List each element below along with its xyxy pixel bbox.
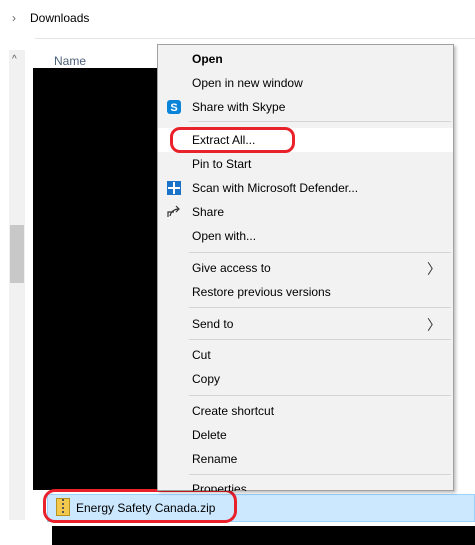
defender-shield-icon [166, 180, 182, 196]
redacted-file-list [33, 68, 160, 490]
menu-item-copy[interactable]: Copy [158, 367, 453, 391]
menu-item-open[interactable]: Open [158, 47, 453, 71]
menu-item-label: Give access to [192, 261, 271, 275]
menu-separator [189, 395, 451, 396]
share-icon [166, 204, 182, 220]
column-header-name[interactable]: Name [54, 54, 86, 68]
menu-item-properties[interactable]: Properties [158, 477, 453, 491]
menu-item-label: Open [192, 52, 223, 66]
address-bar[interactable]: › Downloads [0, 0, 475, 39]
menu-separator [189, 252, 451, 253]
submenu-arrow-icon: 〉 [427, 261, 441, 277]
menu-separator [189, 339, 451, 340]
skype-icon: S [166, 99, 182, 115]
menu-item-restore-versions[interactable]: Restore previous versions [158, 280, 453, 304]
menu-item-label: Delete [192, 428, 227, 442]
menu-item-share-skype[interactable]: S Share with Skype [158, 95, 453, 119]
redacted-file-row [52, 526, 475, 545]
menu-item-label: Send to [192, 317, 234, 331]
menu-separator [189, 307, 451, 308]
menu-item-share[interactable]: Share [158, 200, 453, 224]
menu-item-send-to[interactable]: Send to 〉 [158, 312, 453, 336]
menu-item-label: Share with Skype [192, 100, 286, 114]
annotation-circle-zip [43, 489, 237, 523]
menu-item-give-access[interactable]: Give access to 〉 [158, 256, 453, 280]
breadcrumb-downloads[interactable]: Downloads [30, 11, 89, 25]
menu-item-cut[interactable]: Cut [158, 343, 453, 367]
menu-item-open-with[interactable]: Open with... [158, 224, 453, 248]
menu-item-label: Restore previous versions [192, 285, 331, 299]
menu-item-label: Open with... [192, 229, 257, 243]
svg-text:S: S [170, 102, 177, 114]
submenu-arrow-icon: 〉 [427, 317, 441, 333]
scrollbar-thumb[interactable] [10, 225, 24, 283]
menu-separator [189, 474, 451, 475]
scrollbar-track[interactable] [9, 50, 25, 520]
menu-item-label: Open in new window [192, 76, 303, 90]
menu-item-label: Share [192, 205, 225, 219]
chevron-right-icon[interactable]: › [12, 11, 16, 25]
menu-item-label: Cut [192, 348, 211, 362]
annotation-circle-extract-all [170, 127, 295, 153]
menu-item-label: Copy [192, 372, 221, 386]
menu-item-label: Scan with Microsoft Defender... [192, 181, 359, 195]
menu-item-rename[interactable]: Rename [158, 447, 453, 471]
scroll-up-arrow-icon[interactable]: ^ [12, 54, 17, 65]
menu-item-label: Rename [192, 452, 238, 466]
menu-item-delete[interactable]: Delete [158, 423, 453, 447]
menu-item-label: Pin to Start [192, 157, 252, 171]
menu-separator [189, 121, 451, 122]
context-menu: Open Open in new window S Share with Sky… [157, 44, 454, 491]
menu-item-label: Properties [192, 482, 247, 491]
menu-item-pin-to-start[interactable]: Pin to Start [158, 152, 453, 176]
menu-item-label: Create shortcut [192, 404, 275, 418]
menu-item-scan-defender[interactable]: Scan with Microsoft Defender... [158, 176, 453, 200]
menu-item-open-new-window[interactable]: Open in new window [158, 71, 453, 95]
menu-item-create-shortcut[interactable]: Create shortcut [158, 399, 453, 423]
